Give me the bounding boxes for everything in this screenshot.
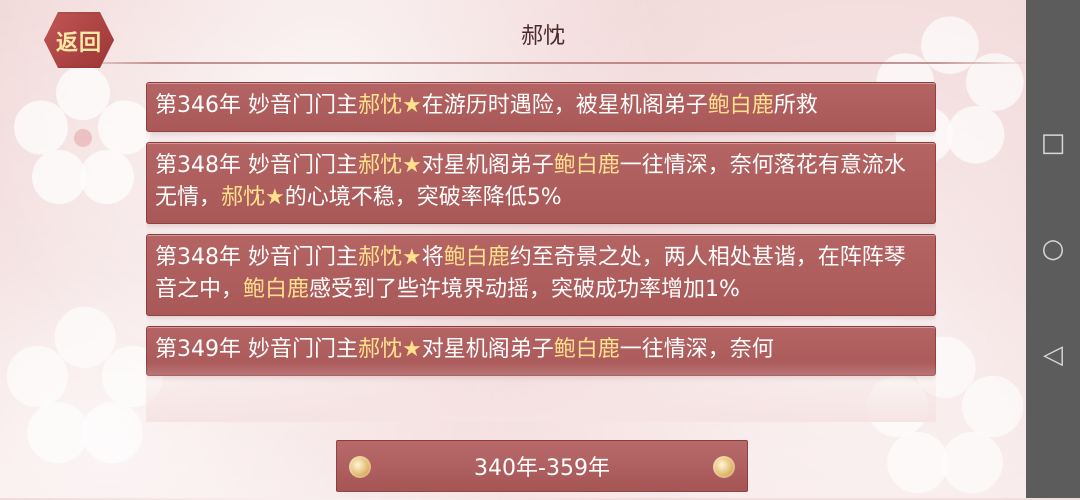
event-text: 第348年 妙音门门主 xyxy=(155,153,358,178)
page-title: 郝忱 xyxy=(520,24,565,49)
highlighted-name: 郝忱★ xyxy=(221,185,285,210)
recent-apps-button[interactable]: □ xyxy=(1026,116,1080,170)
highlighted-name: 郝忱★ xyxy=(358,93,422,118)
event-text: 所救 xyxy=(773,93,818,118)
event-text: 感受到了些许境界动摇，突破成功率增加1% xyxy=(309,277,740,302)
event-text: 第348年 妙音门门主 xyxy=(155,245,358,270)
event-text: 的心境不稳，突破率降低5% xyxy=(284,185,562,210)
highlighted-name: 郝忱★ xyxy=(358,245,422,270)
event-text: 第349年 妙音门门主 xyxy=(155,337,358,362)
home-button[interactable]: ○ xyxy=(1026,222,1080,276)
right-ornament-icon xyxy=(713,456,735,478)
flower-decoration xyxy=(6,306,164,464)
event-text: 在游历时遇险，被星机阁弟子 xyxy=(421,93,708,118)
event-entry: 第346年 妙音门门主郝忱★在游历时遇险，被星机阁弟子鲍白鹿所救 xyxy=(146,82,936,132)
event-text: 一往情深，奈何 xyxy=(619,337,774,362)
header-divider xyxy=(60,62,1032,64)
highlighted-name: 鲍白鹿 xyxy=(553,153,620,178)
event-entries: 第346年 妙音门门主郝忱★在游历时遇险，被星机阁弟子鲍白鹿所救 第348年 妙音… xyxy=(146,82,936,376)
year-range-label: 340年-359年 xyxy=(474,456,610,481)
highlighted-name: 郝忱★ xyxy=(358,153,422,178)
highlighted-name: 郝忱★ xyxy=(358,337,422,362)
year-range-pager[interactable]: 340年-359年 xyxy=(336,440,748,492)
event-list[interactable]: 第346年 妙音门门主郝忱★在游历时遇险，被星机阁弟子鲍白鹿所救 第348年 妙音… xyxy=(146,82,936,422)
back-system-button[interactable]: ◁ xyxy=(1026,328,1080,382)
square-icon: □ xyxy=(1040,128,1066,158)
event-text: 将 xyxy=(421,245,444,270)
event-text: 第346年 妙音门门主 xyxy=(155,93,358,118)
highlighted-name: 鲍白鹿 xyxy=(243,277,310,302)
system-navigation-bar: □ ○ ◁ xyxy=(1026,0,1080,498)
flower-decoration xyxy=(14,66,152,204)
event-entry: 第348年 妙音门门主郝忱★将鲍白鹿约至奇景之处，两人相处甚谐，在阵阵琴音之中，… xyxy=(146,234,936,316)
event-entry: 第348年 妙音门门主郝忱★对星机阁弟子鲍白鹿一往情深，奈何落花有意流水无情，郝… xyxy=(146,142,936,224)
circle-icon: ○ xyxy=(1041,234,1065,264)
event-text: 对星机阁弟子 xyxy=(421,153,554,178)
highlighted-name: 鲍白鹿 xyxy=(553,337,620,362)
highlighted-name: 鲍白鹿 xyxy=(707,93,774,118)
left-ornament-icon xyxy=(349,456,371,478)
triangle-back-icon: ◁ xyxy=(1043,340,1063,370)
event-entry: 第349年 妙音门门主郝忱★对星机阁弟子鲍白鹿一往情深，奈何 xyxy=(146,326,936,376)
highlighted-name: 鲍白鹿 xyxy=(443,245,510,270)
event-text: 对星机阁弟子 xyxy=(421,337,554,362)
